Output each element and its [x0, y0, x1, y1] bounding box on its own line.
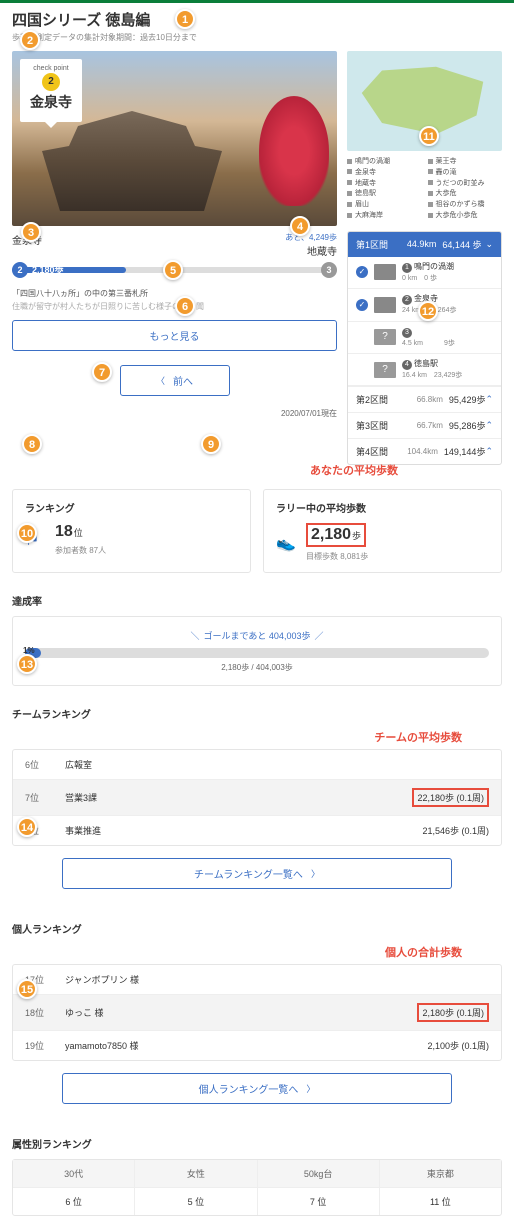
callout-13: 13 [17, 654, 37, 674]
chevron-up-icon: ⌃ [485, 446, 493, 457]
check-icon: ✓ [356, 266, 368, 278]
callout-6: 6 [175, 296, 195, 316]
shoe-icon: 👟 [276, 533, 296, 553]
checkpoint-badge: check point 2 金泉寺 [20, 59, 82, 122]
chevron-up-icon: ⌃ [485, 394, 493, 405]
check-icon: ✓ [356, 299, 368, 311]
indiv-rank-title: 個人ランキング [12, 921, 502, 936]
team-note: チームの平均歩数 [12, 729, 502, 745]
section-1-header[interactable]: 第1区間 44.9km 64,144 歩 ⌄ [348, 232, 501, 257]
section-item[interactable]: ? 34.5 km 9歩 [348, 322, 501, 354]
page-subtitle: 歩数計測定データの集計対象期間：過去10日分まで [12, 32, 502, 43]
indiv-note: 個人の合計歩数 [12, 944, 502, 960]
achieve-title: 達成率 [12, 593, 502, 608]
desc-heading: 「四国八十八ヵ所」の中の第三番札所 [12, 288, 337, 299]
chevron-right-icon: 〉 [306, 1082, 315, 1095]
chevron-right-icon: 〉 [311, 867, 320, 880]
callout-5: 5 [163, 260, 183, 280]
note-avg: あなたの平均歩数 [310, 462, 398, 478]
table-row[interactable]: 8位事業推進21,546歩 (0.1周) [13, 816, 501, 845]
callout-12: 12 [418, 301, 438, 321]
section-3-row[interactable]: 第3区間66.7km95,286歩⌃ [348, 412, 501, 438]
callout-4: 4 [290, 216, 310, 236]
table-row[interactable]: 6位広報室 [13, 750, 501, 780]
as-of-date: 2020/07/01現在 [12, 408, 337, 419]
page-title: 四国シリーズ 徳島編 [12, 9, 502, 30]
chevron-left-icon: 〈 [156, 374, 165, 387]
callout-7: 7 [92, 362, 112, 382]
section-item[interactable]: ✓ 1鳴門の渦潮0 km 0 歩 [348, 257, 501, 289]
more-button[interactable]: もっと見る [12, 320, 337, 351]
table-row[interactable]: 19位yamamoto7850 様2,100歩 (0.1周) [13, 1031, 501, 1060]
callout-9: 9 [201, 434, 221, 454]
indiv-rank-table: 17位ジャンボプリン 様 18位ゆっこ 様2,180歩 (0.1周) 19位ya… [12, 964, 502, 1061]
checkpoint-photo: check point 2 金泉寺 [12, 51, 337, 226]
prev-button[interactable]: 〈 前へ [120, 365, 230, 396]
chevron-up-icon: ⌃ [485, 420, 493, 431]
team-rank-button[interactable]: チームランキング一覧へ〉 [62, 858, 452, 889]
ranking-card: ランキング ⚑ 18位 参加者数 87人 [12, 489, 251, 573]
section-item[interactable]: ? 4徳島駅16.4 km 23,429歩 [348, 354, 501, 386]
map-legend: 鳴門の渦潮薬王寺 金泉寺轟の滝 地蔵寺うだつの町並み 徳島駅大歩危 眉山祖谷のか… [347, 157, 502, 221]
table-row[interactable]: 7位営業3課22,180歩 (0.1周) [13, 780, 501, 816]
section-4-row[interactable]: 第4区間104.4km149,144歩⌃ [348, 438, 501, 464]
attr-rank-title: 属性別ランキング [12, 1136, 502, 1151]
team-rank-table: 6位広報室 7位営業3課22,180歩 (0.1周) 8位事業推進21,546歩… [12, 749, 502, 846]
callout-8: 8 [22, 434, 42, 454]
attr-rank-table: 30代女性50kg台東京都 6 位5 位7 位11 位 [12, 1159, 502, 1216]
section-2-row[interactable]: 第2区間66.8km95,429歩⌃ [348, 386, 501, 412]
callout-15: 15 [17, 979, 37, 999]
table-row[interactable]: 17位ジャンボプリン 様 [13, 965, 501, 995]
callout-14: 14 [17, 817, 37, 837]
table-row[interactable]: 18位ゆっこ 様2,180歩 (0.1周) [13, 995, 501, 1031]
callout-11: 11 [419, 126, 439, 146]
chevron-down-icon: ⌄ [485, 239, 493, 250]
callout-1: 1 [175, 9, 195, 29]
callout-3: 3 [21, 222, 41, 242]
avg-steps-card: ラリー中の平均歩数 👟 2,180歩 目標歩数 8,081歩 [263, 489, 502, 573]
poi-next: 地蔵寺 [285, 243, 337, 258]
team-rank-title: チームランキング [12, 706, 502, 721]
callout-2: 2 [20, 30, 40, 50]
callout-10: 10 [17, 523, 37, 543]
indiv-rank-button[interactable]: 個人ランキング一覧へ〉 [62, 1073, 452, 1104]
sections-panel: 第1区間 44.9km 64,144 歩 ⌄ ✓ 1鳴門の渦潮0 km 0 歩 … [347, 231, 502, 466]
achieve-card: ゴールまであと 404,003歩 1% 2,180歩 / 404,003歩 [12, 616, 502, 686]
